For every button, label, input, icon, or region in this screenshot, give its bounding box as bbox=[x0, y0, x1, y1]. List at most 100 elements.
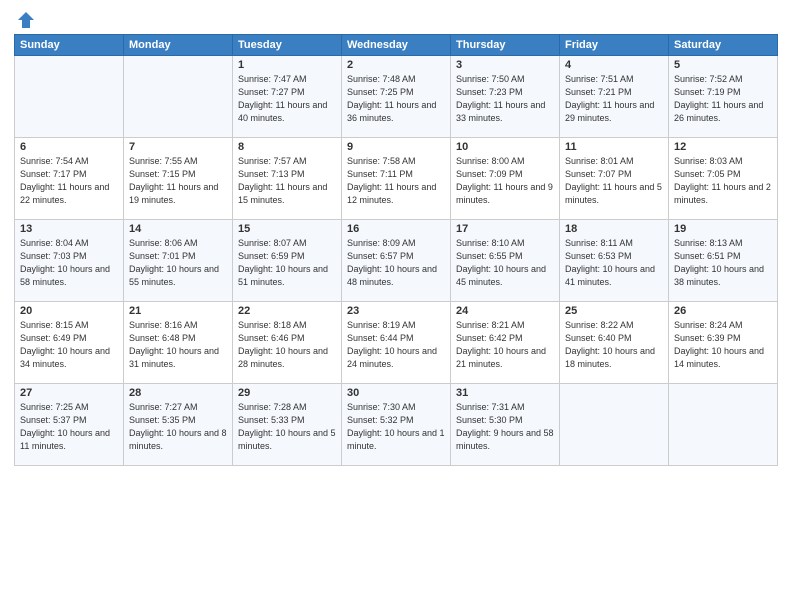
day-detail: Sunrise: 7:31 AMSunset: 5:30 PMDaylight:… bbox=[456, 401, 554, 453]
day-detail: Sunrise: 8:06 AMSunset: 7:01 PMDaylight:… bbox=[129, 237, 227, 289]
calendar-cell: 9 Sunrise: 7:58 AMSunset: 7:11 PMDayligh… bbox=[342, 138, 451, 220]
day-number: 22 bbox=[238, 305, 336, 317]
calendar-cell: 1 Sunrise: 7:47 AMSunset: 7:27 PMDayligh… bbox=[233, 56, 342, 138]
day-detail: Sunrise: 7:28 AMSunset: 5:33 PMDaylight:… bbox=[238, 401, 336, 453]
day-number: 2 bbox=[347, 59, 445, 71]
day-number: 16 bbox=[347, 223, 445, 235]
logo-icon bbox=[16, 10, 36, 30]
calendar-cell bbox=[124, 56, 233, 138]
day-detail: Sunrise: 8:15 AMSunset: 6:49 PMDaylight:… bbox=[20, 319, 118, 371]
day-number: 18 bbox=[565, 223, 663, 235]
day-number: 13 bbox=[20, 223, 118, 235]
day-detail: Sunrise: 8:10 AMSunset: 6:55 PMDaylight:… bbox=[456, 237, 554, 289]
day-detail: Sunrise: 7:30 AMSunset: 5:32 PMDaylight:… bbox=[347, 401, 445, 453]
calendar-week-5: 27 Sunrise: 7:25 AMSunset: 5:37 PMDaylig… bbox=[15, 384, 778, 466]
day-number: 30 bbox=[347, 387, 445, 399]
header-row: SundayMondayTuesdayWednesdayThursdayFrid… bbox=[15, 35, 778, 56]
day-number: 21 bbox=[129, 305, 227, 317]
day-detail: Sunrise: 7:52 AMSunset: 7:19 PMDaylight:… bbox=[674, 73, 772, 125]
day-number: 7 bbox=[129, 141, 227, 153]
day-detail: Sunrise: 8:21 AMSunset: 6:42 PMDaylight:… bbox=[456, 319, 554, 371]
day-number: 11 bbox=[565, 141, 663, 153]
calendar-cell: 23 Sunrise: 8:19 AMSunset: 6:44 PMDaylig… bbox=[342, 302, 451, 384]
day-detail: Sunrise: 8:04 AMSunset: 7:03 PMDaylight:… bbox=[20, 237, 118, 289]
calendar-week-4: 20 Sunrise: 8:15 AMSunset: 6:49 PMDaylig… bbox=[15, 302, 778, 384]
calendar-cell: 24 Sunrise: 8:21 AMSunset: 6:42 PMDaylig… bbox=[451, 302, 560, 384]
calendar-cell: 29 Sunrise: 7:28 AMSunset: 5:33 PMDaylig… bbox=[233, 384, 342, 466]
weekday-header-wednesday: Wednesday bbox=[342, 35, 451, 56]
day-number: 27 bbox=[20, 387, 118, 399]
calendar-cell: 10 Sunrise: 8:00 AMSunset: 7:09 PMDaylig… bbox=[451, 138, 560, 220]
calendar-cell: 28 Sunrise: 7:27 AMSunset: 5:35 PMDaylig… bbox=[124, 384, 233, 466]
weekday-header-thursday: Thursday bbox=[451, 35, 560, 56]
day-detail: Sunrise: 8:03 AMSunset: 7:05 PMDaylight:… bbox=[674, 155, 772, 207]
day-detail: Sunrise: 8:09 AMSunset: 6:57 PMDaylight:… bbox=[347, 237, 445, 289]
day-detail: Sunrise: 7:58 AMSunset: 7:11 PMDaylight:… bbox=[347, 155, 445, 207]
day-detail: Sunrise: 8:13 AMSunset: 6:51 PMDaylight:… bbox=[674, 237, 772, 289]
day-number: 31 bbox=[456, 387, 554, 399]
calendar-cell: 12 Sunrise: 8:03 AMSunset: 7:05 PMDaylig… bbox=[669, 138, 778, 220]
calendar-cell: 4 Sunrise: 7:51 AMSunset: 7:21 PMDayligh… bbox=[560, 56, 669, 138]
day-number: 24 bbox=[456, 305, 554, 317]
day-number: 8 bbox=[238, 141, 336, 153]
day-detail: Sunrise: 8:24 AMSunset: 6:39 PMDaylight:… bbox=[674, 319, 772, 371]
calendar-cell: 3 Sunrise: 7:50 AMSunset: 7:23 PMDayligh… bbox=[451, 56, 560, 138]
day-number: 14 bbox=[129, 223, 227, 235]
calendar-cell bbox=[669, 384, 778, 466]
day-number: 1 bbox=[238, 59, 336, 71]
calendar-cell bbox=[560, 384, 669, 466]
weekday-header-saturday: Saturday bbox=[669, 35, 778, 56]
day-number: 6 bbox=[20, 141, 118, 153]
day-number: 12 bbox=[674, 141, 772, 153]
day-number: 4 bbox=[565, 59, 663, 71]
day-number: 20 bbox=[20, 305, 118, 317]
weekday-header-monday: Monday bbox=[124, 35, 233, 56]
calendar-cell: 18 Sunrise: 8:11 AMSunset: 6:53 PMDaylig… bbox=[560, 220, 669, 302]
day-number: 5 bbox=[674, 59, 772, 71]
calendar-week-3: 13 Sunrise: 8:04 AMSunset: 7:03 PMDaylig… bbox=[15, 220, 778, 302]
day-number: 10 bbox=[456, 141, 554, 153]
calendar-cell: 19 Sunrise: 8:13 AMSunset: 6:51 PMDaylig… bbox=[669, 220, 778, 302]
calendar-cell: 20 Sunrise: 8:15 AMSunset: 6:49 PMDaylig… bbox=[15, 302, 124, 384]
calendar-week-2: 6 Sunrise: 7:54 AMSunset: 7:17 PMDayligh… bbox=[15, 138, 778, 220]
day-number: 23 bbox=[347, 305, 445, 317]
calendar-cell: 15 Sunrise: 8:07 AMSunset: 6:59 PMDaylig… bbox=[233, 220, 342, 302]
day-detail: Sunrise: 7:50 AMSunset: 7:23 PMDaylight:… bbox=[456, 73, 554, 125]
page-header bbox=[14, 10, 778, 26]
day-detail: Sunrise: 7:57 AMSunset: 7:13 PMDaylight:… bbox=[238, 155, 336, 207]
day-number: 28 bbox=[129, 387, 227, 399]
day-detail: Sunrise: 8:07 AMSunset: 6:59 PMDaylight:… bbox=[238, 237, 336, 289]
day-detail: Sunrise: 8:18 AMSunset: 6:46 PMDaylight:… bbox=[238, 319, 336, 371]
calendar-cell: 8 Sunrise: 7:57 AMSunset: 7:13 PMDayligh… bbox=[233, 138, 342, 220]
day-number: 25 bbox=[565, 305, 663, 317]
day-detail: Sunrise: 8:22 AMSunset: 6:40 PMDaylight:… bbox=[565, 319, 663, 371]
day-detail: Sunrise: 7:27 AMSunset: 5:35 PMDaylight:… bbox=[129, 401, 227, 453]
day-detail: Sunrise: 7:47 AMSunset: 7:27 PMDaylight:… bbox=[238, 73, 336, 125]
calendar-cell: 17 Sunrise: 8:10 AMSunset: 6:55 PMDaylig… bbox=[451, 220, 560, 302]
calendar-cell: 22 Sunrise: 8:18 AMSunset: 6:46 PMDaylig… bbox=[233, 302, 342, 384]
calendar-cell: 25 Sunrise: 8:22 AMSunset: 6:40 PMDaylig… bbox=[560, 302, 669, 384]
day-number: 29 bbox=[238, 387, 336, 399]
calendar-cell: 14 Sunrise: 8:06 AMSunset: 7:01 PMDaylig… bbox=[124, 220, 233, 302]
calendar-cell: 30 Sunrise: 7:30 AMSunset: 5:32 PMDaylig… bbox=[342, 384, 451, 466]
calendar-cell: 6 Sunrise: 7:54 AMSunset: 7:17 PMDayligh… bbox=[15, 138, 124, 220]
day-detail: Sunrise: 8:11 AMSunset: 6:53 PMDaylight:… bbox=[565, 237, 663, 289]
day-number: 19 bbox=[674, 223, 772, 235]
calendar-cell: 7 Sunrise: 7:55 AMSunset: 7:15 PMDayligh… bbox=[124, 138, 233, 220]
calendar-cell: 16 Sunrise: 8:09 AMSunset: 6:57 PMDaylig… bbox=[342, 220, 451, 302]
calendar-cell: 31 Sunrise: 7:31 AMSunset: 5:30 PMDaylig… bbox=[451, 384, 560, 466]
day-number: 17 bbox=[456, 223, 554, 235]
day-detail: Sunrise: 7:25 AMSunset: 5:37 PMDaylight:… bbox=[20, 401, 118, 453]
day-detail: Sunrise: 8:00 AMSunset: 7:09 PMDaylight:… bbox=[456, 155, 554, 207]
day-detail: Sunrise: 8:01 AMSunset: 7:07 PMDaylight:… bbox=[565, 155, 663, 207]
day-detail: Sunrise: 8:16 AMSunset: 6:48 PMDaylight:… bbox=[129, 319, 227, 371]
day-number: 3 bbox=[456, 59, 554, 71]
calendar-cell: 26 Sunrise: 8:24 AMSunset: 6:39 PMDaylig… bbox=[669, 302, 778, 384]
day-number: 26 bbox=[674, 305, 772, 317]
calendar-cell bbox=[15, 56, 124, 138]
day-number: 9 bbox=[347, 141, 445, 153]
logo bbox=[14, 10, 36, 26]
calendar-week-1: 1 Sunrise: 7:47 AMSunset: 7:27 PMDayligh… bbox=[15, 56, 778, 138]
calendar-cell: 27 Sunrise: 7:25 AMSunset: 5:37 PMDaylig… bbox=[15, 384, 124, 466]
calendar-table: SundayMondayTuesdayWednesdayThursdayFrid… bbox=[14, 34, 778, 466]
